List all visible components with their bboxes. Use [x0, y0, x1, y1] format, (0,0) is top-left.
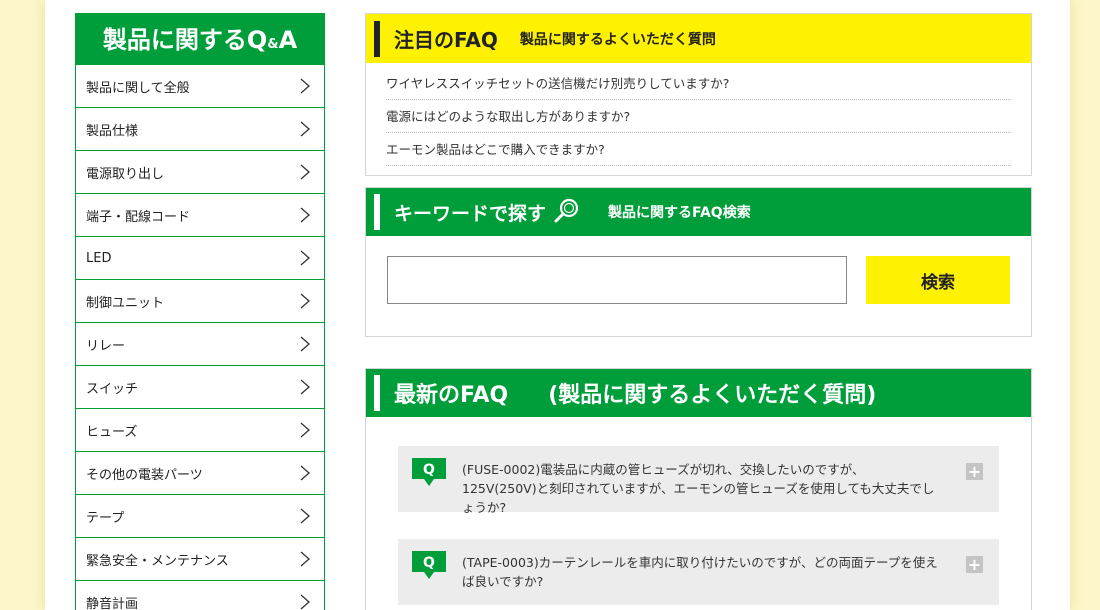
sidebar-title-amp: & — [267, 37, 279, 52]
sidebar-item-terminals[interactable]: 端子・配線コード — [75, 194, 325, 237]
sidebar-item-label: その他の電装パーツ — [86, 467, 203, 483]
magnifier-icon — [554, 197, 580, 227]
sidebar-item-general[interactable]: 製品に関して全般 — [75, 65, 325, 108]
sidebar-item-emergency[interactable]: 緊急安全・メンテナンス — [75, 538, 325, 581]
sidebar-item-control-unit[interactable]: 制御ユニット — [75, 280, 325, 323]
latest-faq-header: 最新のFAQ (製品に関するよくいただく質問) — [366, 369, 1031, 417]
featured-faq-link[interactable]: 電源にはどのような取出し方がありますか? — [386, 100, 1011, 133]
sidebar-item-label: LED — [86, 250, 112, 266]
featured-faq-panel: 注目のFAQ 製品に関するよくいただく質問 ワイヤレススイッチセットの送信機だけ… — [365, 13, 1032, 176]
sidebar-item-label: 端子・配線コード — [86, 209, 191, 225]
sidebar-item-led[interactable]: LED — [75, 237, 325, 280]
faq-item[interactable]: Q (FUSE-0002)電装品に内蔵の管ヒューズが切れ、交換したいのですが、1… — [398, 446, 999, 515]
keyword-search-subtitle: 製品に関するFAQ検索 — [608, 205, 751, 221]
chevron-right-icon — [300, 335, 314, 353]
latest-faq-title: 最新のFAQ — [394, 383, 509, 408]
svg-text:Q: Q — [423, 555, 435, 571]
sidebar-title: 製品に関するQ&A — [75, 13, 325, 65]
featured-faq-list: ワイヤレススイッチセットの送信機だけ別売りしていますか? 電源にはどのような取出… — [366, 63, 1031, 166]
chevron-right-icon — [300, 421, 314, 439]
sidebar-item-label: 静音計画 — [86, 596, 139, 610]
keyword-search-panel: キーワードで探す 製品に関するFAQ検索 検索 — [365, 187, 1032, 337]
sidebar-item-label: 制御ユニット — [86, 295, 165, 311]
chevron-right-icon — [300, 163, 314, 181]
chevron-right-icon — [300, 507, 314, 525]
featured-faq-subtitle: 製品に関するよくいただく質問 — [519, 31, 716, 48]
sidebar-item-label: 製品仕様 — [86, 123, 139, 139]
chevron-right-icon — [300, 206, 314, 224]
sidebar-item-label: 電源取り出し — [86, 166, 165, 182]
latest-faq-subtitle: (製品に関するよくいただく質問) — [548, 383, 877, 408]
chevron-right-icon — [300, 249, 314, 267]
sidebar-item-tape[interactable]: テープ — [75, 495, 325, 538]
sidebar-item-label: 緊急安全・メンテナンス — [86, 553, 229, 569]
featured-faq-title: 注目のFAQ — [394, 28, 498, 52]
keyword-search-title: キーワードで探す — [394, 202, 547, 225]
sidebar-title-text: 製品に関する — [102, 26, 247, 54]
keyword-search-header: キーワードで探す 製品に関するFAQ検索 — [366, 188, 1031, 236]
sidebar-item-specs[interactable]: 製品仕様 — [75, 108, 325, 151]
chevron-right-icon — [300, 378, 314, 396]
expand-plus-icon[interactable]: + — [966, 463, 983, 480]
header-accent-bar — [374, 194, 380, 230]
faq-question-text: (FUSE-0002)電装品に内蔵の管ヒューズが切れ、交換したいのですが、125… — [462, 462, 935, 515]
sidebar-qa-categories: 製品に関するQ&A 製品に関して全般 製品仕様 電源取り出し 端子・配線コード … — [75, 13, 325, 610]
sidebar-item-label: リレー — [86, 338, 126, 354]
sidebar-item-power[interactable]: 電源取り出し — [75, 151, 325, 194]
header-accent-bar — [374, 375, 380, 411]
faq-item[interactable]: Q (TAPE-0003)カーテンレールを車内に取り付けたいのですが、どの両面テ… — [398, 539, 999, 605]
expand-plus-icon[interactable]: + — [966, 556, 983, 573]
sidebar-item-fuse[interactable]: ヒューズ — [75, 409, 325, 452]
featured-faq-link[interactable]: エーモン製品はどこで購入できますか? — [386, 133, 1011, 166]
chevron-right-icon — [300, 120, 314, 138]
search-input[interactable] — [387, 256, 847, 304]
question-badge-icon: Q — [412, 551, 446, 586]
sidebar-item-other-parts[interactable]: その他の電装パーツ — [75, 452, 325, 495]
chevron-right-icon — [300, 464, 314, 482]
header-accent-bar — [374, 20, 380, 57]
chevron-right-icon — [300, 593, 314, 610]
sidebar-item-label: 製品に関して全般 — [86, 80, 190, 96]
sidebar-item-label: ヒューズ — [86, 424, 138, 440]
sidebar-title-q: Q — [246, 26, 268, 54]
sidebar-item-label: スイッチ — [86, 381, 139, 397]
svg-text:Q: Q — [423, 462, 435, 478]
sidebar-item-switch[interactable]: スイッチ — [75, 366, 325, 409]
sidebar-item-soundproof[interactable]: 静音計画 — [75, 581, 325, 610]
chevron-right-icon — [300, 550, 314, 568]
latest-faq-panel: 最新のFAQ (製品に関するよくいただく質問) Q (FUSE-0002)電装品… — [365, 368, 1032, 610]
sidebar-item-relay[interactable]: リレー — [75, 323, 325, 366]
sidebar-item-label: テープ — [86, 510, 125, 526]
search-button[interactable]: 検索 — [866, 256, 1010, 304]
chevron-right-icon — [300, 77, 314, 95]
featured-faq-header: 注目のFAQ 製品に関するよくいただく質問 — [366, 14, 1031, 63]
faq-question-text: (TAPE-0003)カーテンレールを車内に取り付けたいのですが、どの両面テープ… — [462, 555, 938, 589]
sidebar-title-a: A — [278, 26, 298, 54]
featured-faq-link[interactable]: ワイヤレススイッチセットの送信機だけ別売りしていますか? — [386, 67, 1011, 100]
question-badge-icon: Q — [412, 458, 446, 493]
chevron-right-icon — [300, 292, 314, 310]
